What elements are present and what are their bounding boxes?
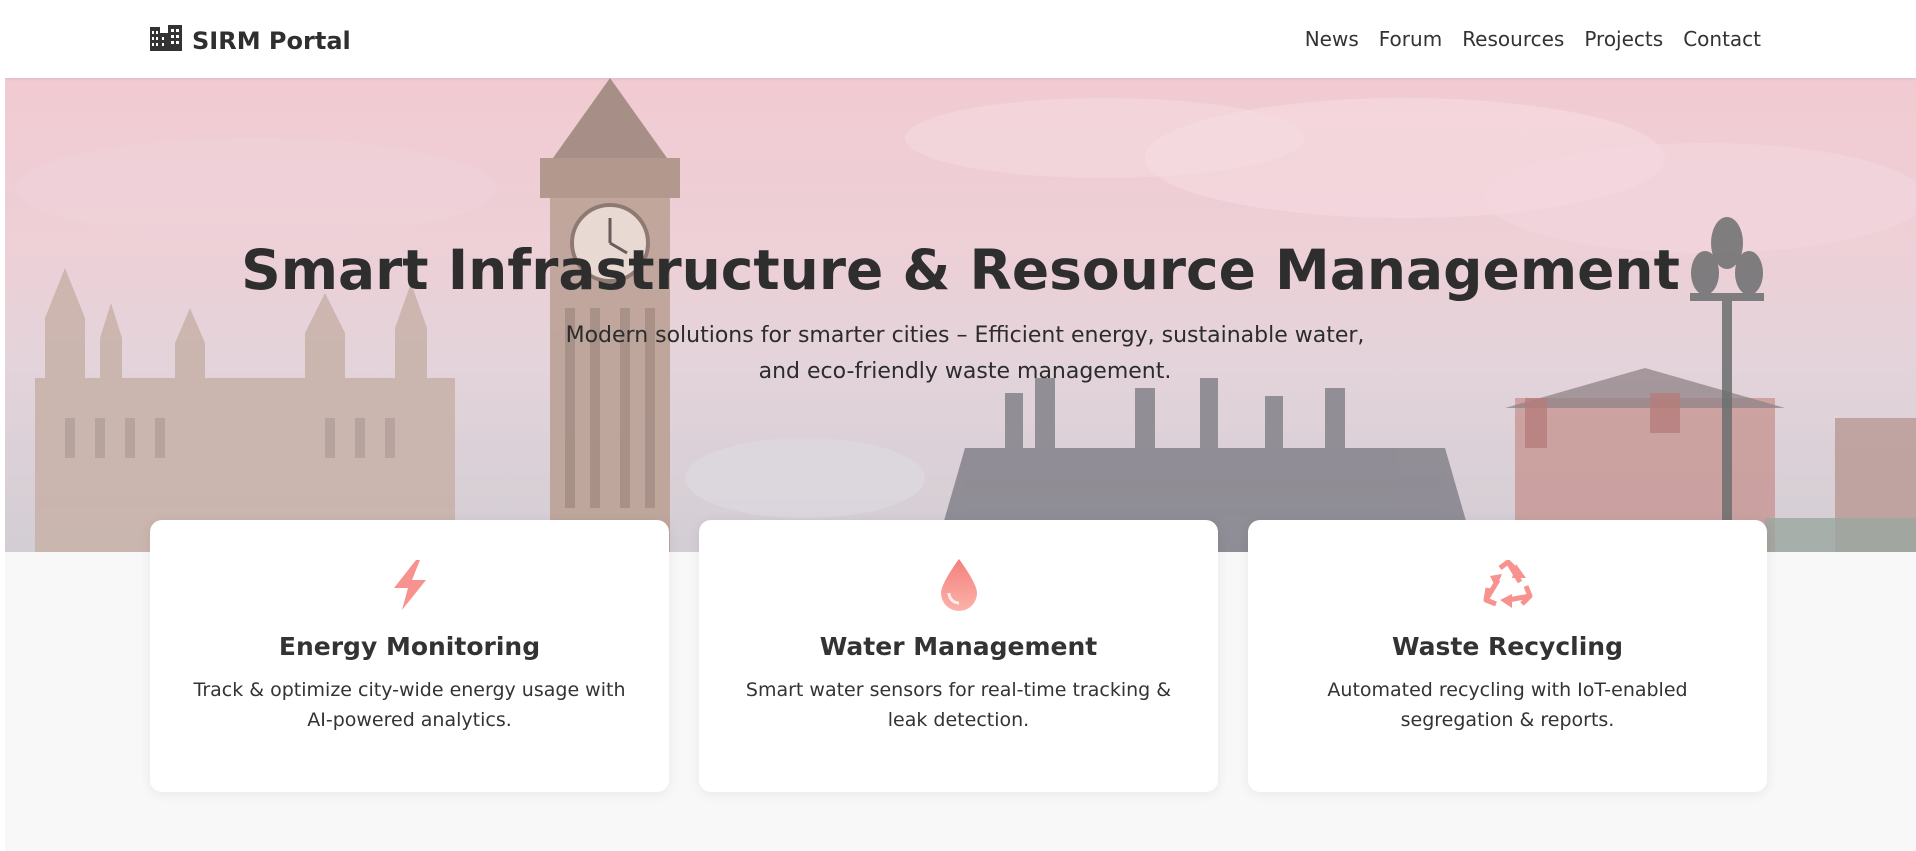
- page: SIRM Portal News Forum Resources Project…: [5, 0, 1916, 851]
- hero-banner: Smart Infrastructure & Resource Manageme…: [5, 78, 1916, 552]
- nav-link-resources[interactable]: Resources: [1462, 27, 1564, 51]
- card-waste-recycling[interactable]: Waste Recycling Automated recycling with…: [1248, 520, 1767, 792]
- card-energy-monitoring[interactable]: Energy Monitoring Track & optimize city-…: [150, 520, 669, 792]
- water-drop-icon: [699, 558, 1218, 612]
- navbar: SIRM Portal News Forum Resources Project…: [5, 0, 1916, 78]
- card-description: Automated recycling with IoT-enabled seg…: [1327, 679, 1688, 731]
- main-nav: News Forum Resources Projects Contact: [1305, 27, 1761, 51]
- hero-title: Smart Infrastructure & Resource Manageme…: [241, 238, 1680, 302]
- nav-link-contact[interactable]: Contact: [1683, 27, 1761, 51]
- nav-link-projects[interactable]: Projects: [1584, 27, 1663, 51]
- nav-link-forum[interactable]: Forum: [1379, 27, 1442, 51]
- brand-name: SIRM Portal: [192, 27, 351, 55]
- card-title: Energy Monitoring: [278, 632, 541, 661]
- city-buildings-icon: [150, 25, 182, 57]
- card-water-management[interactable]: Water Management Smart water sensors for…: [699, 520, 1218, 792]
- hero-subtitle: Modern solutions for smarter cities – Ef…: [565, 323, 1365, 384]
- nav-link-news[interactable]: News: [1305, 27, 1359, 51]
- london-skyline-image: [5, 78, 1916, 552]
- feature-cards: Energy Monitoring Track & optimize city-…: [150, 520, 1776, 792]
- card-description: Track & optimize city-wide energy usage …: [193, 679, 626, 731]
- recycle-icon: [1248, 558, 1767, 612]
- lightning-bolt-icon: [150, 558, 669, 612]
- brand[interactable]: SIRM Portal: [150, 24, 351, 58]
- card-description: Smart water sensors for real-time tracki…: [745, 679, 1172, 731]
- card-title: Waste Recycling: [1391, 632, 1624, 661]
- card-title: Water Management: [819, 632, 1098, 661]
